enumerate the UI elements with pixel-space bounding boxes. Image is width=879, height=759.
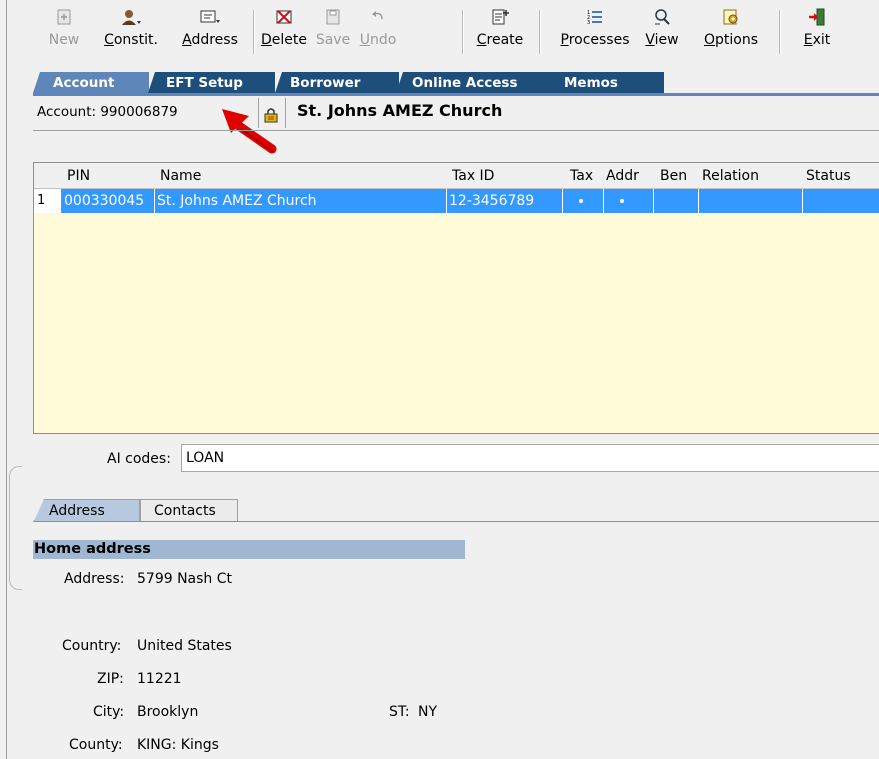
view-icon bbox=[642, 8, 682, 30]
state-value: NY bbox=[418, 704, 438, 720]
tab-borrower[interactable]: Borrower bbox=[275, 72, 399, 93]
address-button[interactable]: Address bbox=[174, 4, 246, 60]
column-header-pin[interactable]: PIN bbox=[67, 168, 90, 184]
constituent-button[interactable]: Constit. bbox=[100, 4, 162, 60]
cell-relation bbox=[699, 189, 803, 213]
undo-button[interactable]: Undo bbox=[356, 4, 400, 60]
cell-name: St. Johns AMEZ Church bbox=[155, 189, 447, 213]
divider bbox=[33, 130, 879, 131]
county-value: KING: Kings bbox=[137, 737, 219, 753]
city-label: City: bbox=[93, 704, 125, 720]
city-value: Brooklyn bbox=[137, 704, 199, 720]
tab-label: Memos bbox=[564, 75, 618, 91]
tab-address[interactable]: Address bbox=[34, 499, 140, 521]
tab-label: Contacts bbox=[154, 503, 216, 519]
state-label: ST: bbox=[389, 704, 410, 720]
view-button[interactable]: View bbox=[642, 4, 682, 60]
processes-button[interactable]: 123 Processes bbox=[552, 4, 638, 60]
home-address-header: Home address bbox=[33, 540, 465, 559]
tab-label: Address bbox=[49, 503, 105, 519]
create-icon bbox=[470, 8, 530, 30]
processes-icon: 123 bbox=[552, 8, 638, 30]
options-icon bbox=[694, 8, 768, 30]
toolbar-separator bbox=[779, 10, 781, 54]
zip-value: 11221 bbox=[137, 671, 182, 687]
column-header-tax-id[interactable]: Tax ID bbox=[452, 168, 494, 184]
tab-label: EFT Setup bbox=[166, 75, 243, 91]
country-value: United States bbox=[137, 638, 232, 654]
tab-baseline bbox=[33, 521, 879, 522]
checked-dot-icon bbox=[620, 199, 624, 203]
toolbar-separator bbox=[253, 10, 255, 54]
row-number[interactable]: 1 bbox=[34, 189, 62, 213]
toolbar: New Constit. Address Delete Save Undo Cr… bbox=[8, 0, 879, 62]
tab-label: Account bbox=[53, 75, 115, 91]
create-button[interactable]: Create bbox=[470, 4, 530, 60]
tab-contacts[interactable]: Contacts bbox=[140, 499, 238, 521]
tab-memos[interactable]: Memos bbox=[548, 72, 664, 93]
tab-eft-setup[interactable]: EFT Setup bbox=[148, 72, 275, 93]
lock-icon[interactable] bbox=[262, 107, 280, 123]
column-header-name[interactable]: Name bbox=[160, 168, 201, 184]
tab-label: Borrower bbox=[290, 75, 361, 91]
save-button[interactable]: Save bbox=[312, 4, 354, 60]
constituents-grid: PIN Name Tax ID Tax Addr Ben Relation St… bbox=[33, 162, 879, 434]
ai-codes-label: AI codes: bbox=[107, 451, 171, 467]
ai-codes-input[interactable] bbox=[181, 444, 879, 472]
delete-button[interactable]: Delete bbox=[258, 4, 310, 60]
undo-icon bbox=[356, 8, 400, 30]
cell-status bbox=[803, 189, 879, 213]
save-icon bbox=[312, 8, 354, 30]
address-value: 5799 Nash Ct bbox=[137, 571, 233, 587]
divider bbox=[285, 98, 286, 128]
new-button[interactable]: New bbox=[44, 4, 84, 60]
column-header-status[interactable]: Status bbox=[806, 168, 851, 184]
delete-icon bbox=[258, 8, 310, 30]
account-number: Account: 990006879 bbox=[37, 104, 178, 120]
tab-underline bbox=[33, 93, 879, 96]
exit-button[interactable]: Exit bbox=[799, 4, 835, 60]
toolbar-separator bbox=[539, 10, 541, 54]
column-header-relation[interactable]: Relation bbox=[702, 168, 759, 184]
checked-dot-icon bbox=[579, 199, 583, 203]
exit-icon bbox=[799, 8, 835, 30]
cell-tax-id: 12-3456789 bbox=[447, 189, 563, 213]
table-row[interactable]: 000330045 St. Johns AMEZ Church 12-34567… bbox=[34, 189, 879, 213]
tab-label: Online Access bbox=[412, 75, 518, 91]
constituent-icon bbox=[100, 8, 162, 30]
address-icon bbox=[174, 8, 246, 30]
cell-tax bbox=[563, 189, 604, 213]
divider bbox=[258, 98, 259, 128]
window-left-edge bbox=[0, 0, 7, 759]
column-header-tax[interactable]: Tax bbox=[570, 168, 593, 184]
cell-ben bbox=[654, 189, 699, 213]
options-button[interactable]: Options bbox=[694, 4, 768, 60]
toolbar-separator bbox=[462, 10, 464, 54]
main-tabbar: Account EFT Setup Borrower Online Access… bbox=[33, 72, 879, 94]
account-name: St. Johns AMEZ Church bbox=[297, 101, 503, 120]
column-header-ben[interactable]: Ben bbox=[660, 168, 687, 184]
country-label: Country: bbox=[62, 638, 122, 654]
panel-splitter-handle[interactable] bbox=[9, 466, 22, 590]
address-label: Address: bbox=[64, 571, 125, 587]
tab-online-access[interactable]: Online Access bbox=[396, 72, 560, 93]
new-icon bbox=[44, 8, 84, 30]
cell-addr bbox=[604, 189, 654, 213]
svg-text:3: 3 bbox=[587, 20, 590, 26]
grid-header: PIN Name Tax ID Tax Addr Ben Relation St… bbox=[34, 163, 879, 189]
tab-account[interactable]: Account bbox=[33, 72, 149, 93]
column-header-addr[interactable]: Addr bbox=[606, 168, 639, 184]
zip-label: ZIP: bbox=[97, 671, 124, 687]
cell-pin: 000330045 bbox=[62, 189, 155, 213]
county-label: County: bbox=[69, 737, 123, 753]
